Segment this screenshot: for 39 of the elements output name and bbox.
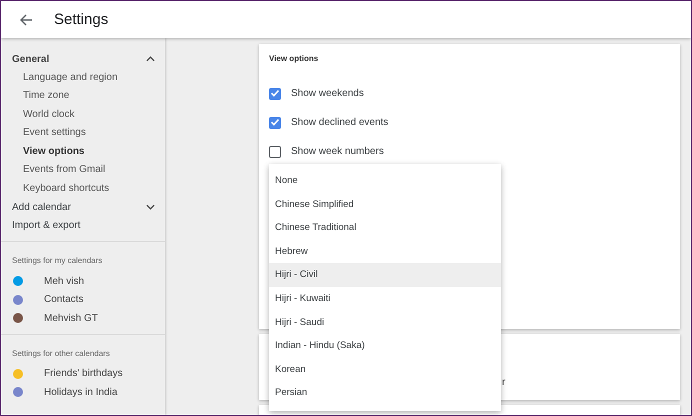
calendar-item[interactable]: Mehvish GT xyxy=(44,312,98,324)
sidebar-item[interactable]: Time zone xyxy=(1,87,165,106)
sidebar-section-item[interactable]: Add calendar xyxy=(1,198,165,216)
calendar-item[interactable]: Friends' birthdays xyxy=(44,368,123,380)
menu-item[interactable]: Persian xyxy=(269,381,501,405)
section-heading: Settings for my calendars xyxy=(11,255,104,267)
option-label: Show declined events xyxy=(291,117,388,128)
chevron-icon xyxy=(146,56,155,62)
calendar-item[interactable]: Holidays in India xyxy=(44,386,118,398)
partial-text: r xyxy=(502,377,506,388)
sidebar-item[interactable]: Language and region xyxy=(1,68,165,87)
sidebar-section-item[interactable]: Import & export xyxy=(1,216,165,235)
page-title: Settings xyxy=(54,11,108,28)
checkbox[interactable] xyxy=(269,146,281,158)
section-heading: Settings for other calendars xyxy=(11,348,111,360)
calendar-item[interactable]: Meh vish xyxy=(44,276,84,287)
sidebar-item[interactable]: Keyboard shortcuts xyxy=(1,180,165,198)
sidebar-item[interactable]: Event settings xyxy=(1,124,165,142)
chevron-icon xyxy=(146,204,155,210)
option-label: Show weekends xyxy=(291,88,364,99)
menu-item[interactable]: Chinese Traditional xyxy=(269,216,501,240)
sidebar-item[interactable]: Events from Gmail xyxy=(1,161,165,180)
option-label: Show week numbers xyxy=(291,146,384,157)
menu-item[interactable]: Korean xyxy=(269,358,501,382)
card-title: View options xyxy=(269,54,320,63)
menu-item[interactable]: Hijri - Civil xyxy=(269,263,501,287)
sidebar-section-item[interactable]: General xyxy=(1,50,165,68)
calendar-item[interactable]: Contacts xyxy=(44,294,84,306)
menu-item[interactable]: Hebrew xyxy=(269,240,501,264)
sidebar-item[interactable]: World clock xyxy=(1,106,165,124)
sidebar-item[interactable]: View options xyxy=(1,142,165,161)
menu-item[interactable]: Hijri - Saudi xyxy=(269,310,501,334)
menu-item[interactable]: None xyxy=(269,169,501,193)
checkbox[interactable] xyxy=(269,116,281,128)
menu-item[interactable]: Hijri - Kuwaiti xyxy=(269,286,501,311)
back-arrow-icon[interactable] xyxy=(19,12,33,26)
checkbox[interactable] xyxy=(269,88,281,100)
menu-item[interactable]: Chinese Simplified xyxy=(269,192,501,216)
menu-item[interactable]: Indian - Hindu (Saka) xyxy=(269,334,501,358)
